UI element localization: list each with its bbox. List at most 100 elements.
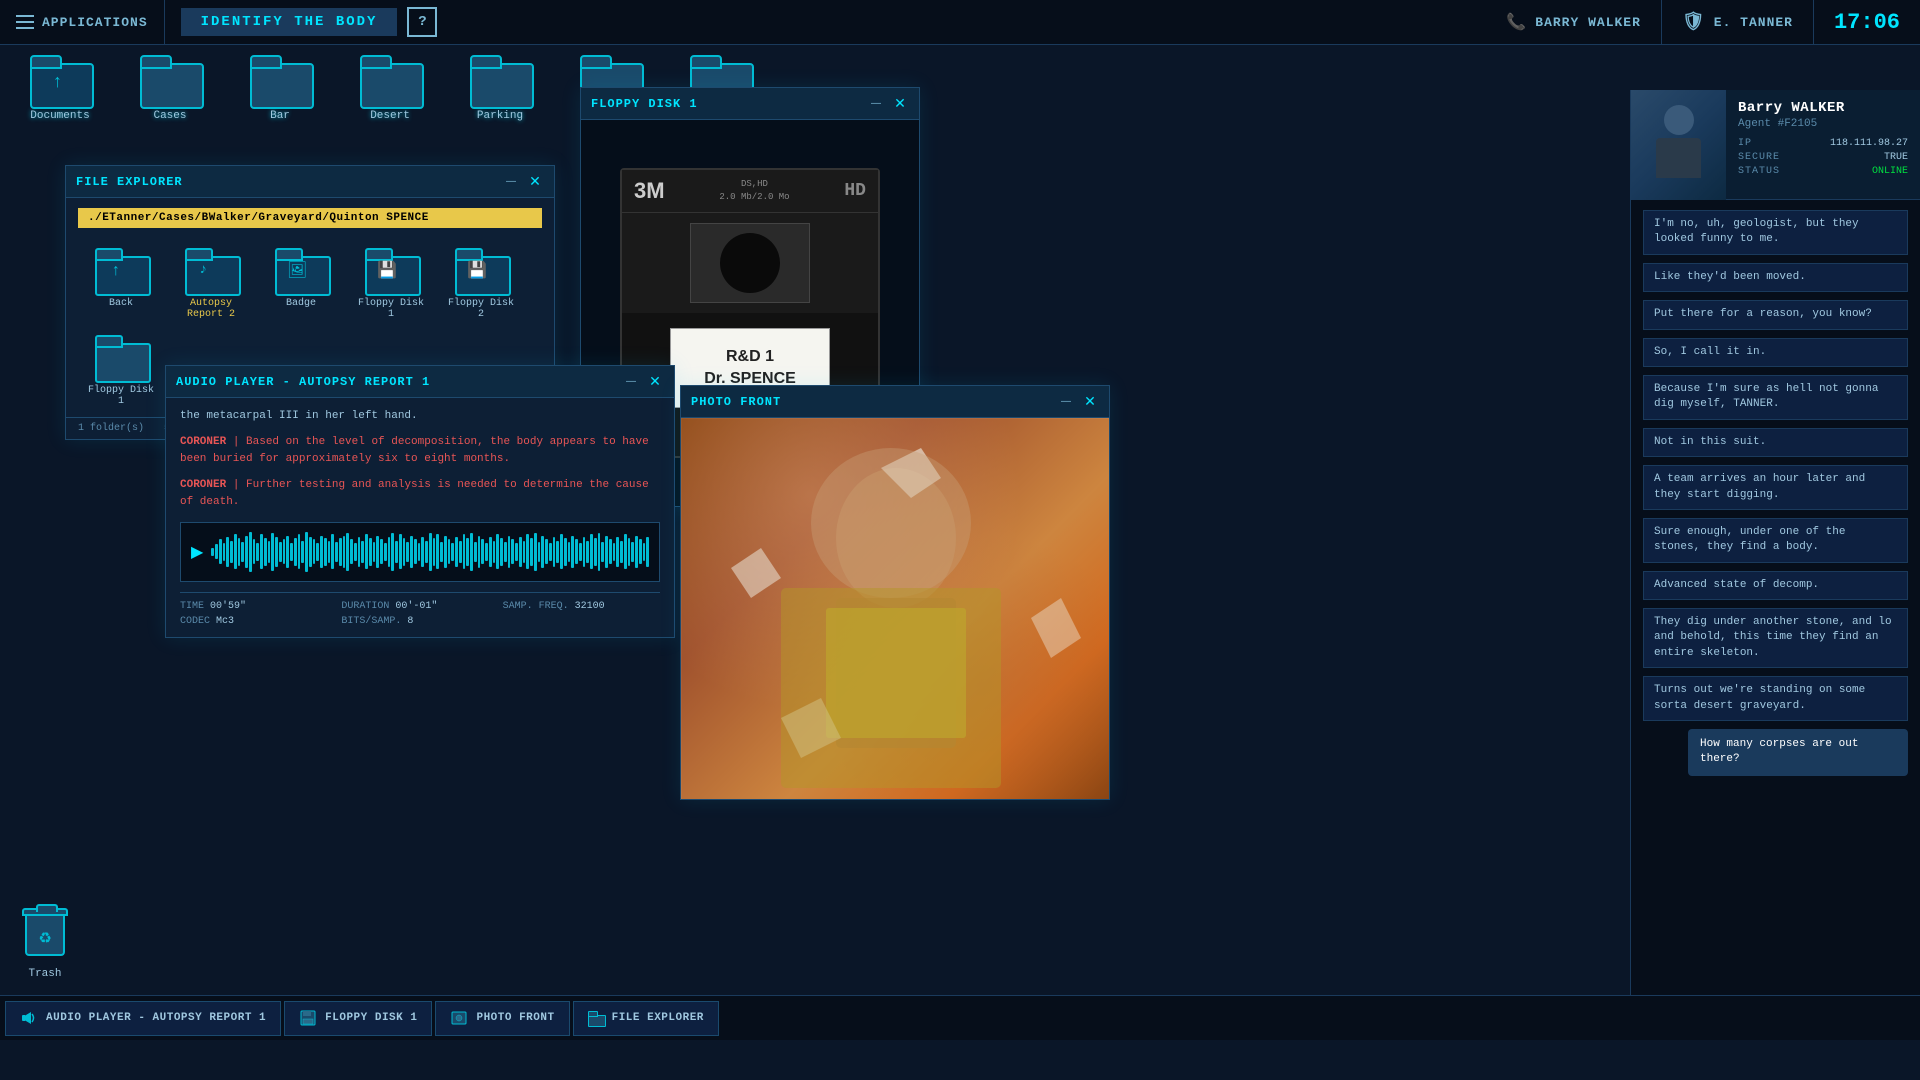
profile-agent: Agent #F2105 [1738, 118, 1908, 130]
cases-icon[interactable]: Cases [130, 55, 210, 122]
barry-walker-panel[interactable]: 📞 BARRY WALKER [1486, 0, 1662, 44]
photo-window: PHOTO FRONT — ✕ [680, 385, 1110, 800]
desert-folder-icon [360, 55, 420, 105]
file-floppy1-label: Floppy Disk 1 [356, 298, 426, 320]
photo-controls: — ✕ [1057, 393, 1099, 411]
samp-val: 32100 [575, 601, 605, 612]
taskbar-audio-player[interactable]: AUDIO PLAYER - AUTOPSY REPORT 1 [5, 1001, 281, 1036]
codec-key: CODEC [180, 616, 210, 627]
file-floppy1-folder-label: Floppy Disk 1 [86, 385, 156, 407]
upload-arrow-icon: ↑ [52, 73, 63, 93]
chat-msg-5: Not in this suit. [1643, 428, 1908, 457]
secure-key: SECURE [1738, 152, 1780, 163]
bar-icon[interactable]: Bar [240, 55, 320, 122]
time-val: 00'59" [210, 601, 246, 612]
audio-meta: TIME 00'59" DURATION 00'-01" SAMP. FREQ.… [180, 592, 660, 627]
desktop: ↑ Documents Cases Bar Desert Parking Fir… [0, 45, 1920, 1040]
trash-icon [20, 908, 70, 963]
ip-val: 118.111.98.27 [1830, 138, 1908, 149]
audio-player-title: AUDIO PLAYER - AUTOPSY REPORT 1 [176, 375, 622, 389]
taskbar-floppy-icon [299, 1009, 317, 1027]
photo-minimize[interactable]: — [1057, 393, 1075, 411]
floppy1-file-icon: 💾 [365, 248, 417, 292]
audio-minimize[interactable]: — [622, 373, 640, 391]
file-explorer-path: ./ETanner/Cases/BWalker/Graveyard/Quinto… [78, 208, 542, 228]
file-item-autopsy2[interactable]: ♪ Autopsy Report 2 [176, 248, 246, 320]
profile-secure: SECURE TRUE [1738, 152, 1908, 163]
coroner2-label: CORONER [180, 479, 226, 491]
file-explorer-close[interactable]: ✕ [526, 173, 544, 191]
right-panel: Barry WALKER Agent #F2105 IP 118.111.98.… [1630, 90, 1920, 995]
autopsy2-folder-icon: ♪ [185, 248, 237, 292]
file-item-back[interactable]: ↑ Back [86, 248, 156, 320]
file-item-floppy2[interactable]: 💾 Floppy Disk 2 [446, 248, 516, 320]
floppy-brand: 3M [634, 178, 665, 204]
photo-title: PHOTO FRONT [691, 395, 1057, 409]
e-tanner-panel[interactable]: 🛡 E. TANNER [1662, 0, 1814, 44]
profile-status: STATUS ONLINE [1738, 166, 1908, 177]
audio-icon: ♪ [199, 262, 207, 278]
audio-close[interactable]: ✕ [646, 373, 664, 391]
applications-label: APPLICATIONS [42, 15, 148, 30]
trash-label: Trash [28, 968, 61, 980]
chat-msg-3: So, I call it in. [1643, 338, 1908, 367]
meta-samp: SAMP. FREQ. 32100 [503, 601, 660, 612]
floppy-minimize[interactable]: — [867, 95, 885, 113]
file-item-badge[interactable]: 🖼 Badge [266, 248, 336, 320]
photo-content [681, 418, 1109, 799]
file-floppy2-label: Floppy Disk 2 [446, 298, 516, 320]
file-item-floppy1[interactable]: 💾 Floppy Disk 1 [356, 248, 426, 320]
taskbar-floppy-disk[interactable]: FLOPPY DISK 1 [284, 1001, 432, 1036]
documents-icon[interactable]: ↑ Documents [20, 55, 100, 122]
chat-msg-10: Turns out we're standing on some sorta d… [1643, 676, 1908, 721]
desert-label: Desert [370, 110, 410, 122]
profile-header: Barry WALKER Agent #F2105 IP 118.111.98.… [1631, 90, 1920, 200]
photo-titlebar: PHOTO FRONT — ✕ [681, 386, 1109, 418]
floppy-disk-titlebar: FLOPPY DISK 1 — ✕ [581, 88, 919, 120]
applications-menu[interactable]: APPLICATIONS [0, 0, 165, 44]
file-item-floppy1-folder[interactable]: Floppy Disk 1 [86, 335, 156, 407]
parking-folder-icon [470, 55, 530, 105]
floppy-disk-title: FLOPPY DISK 1 [591, 97, 867, 111]
chat-msg-0: I'm no, uh, geologist, but they looked f… [1643, 210, 1908, 255]
floppy-rd-text1: R&D 1 [726, 346, 774, 368]
parking-icon[interactable]: Parking [460, 55, 540, 122]
taskbar-file-explorer[interactable]: FILE EXPLORER [573, 1001, 719, 1036]
parking-label: Parking [477, 110, 523, 122]
trash-icon-wrapper[interactable]: Trash [20, 908, 70, 980]
profile-name: Barry WALKER [1738, 100, 1908, 116]
shield-icon: 🛡 [1682, 11, 1706, 33]
floppy-close[interactable]: ✕ [891, 95, 909, 113]
status-val: ONLINE [1872, 166, 1908, 177]
person-silhouette [1649, 105, 1709, 185]
file-badge-label: Badge [286, 298, 316, 309]
help-button[interactable]: ? [407, 7, 437, 37]
footer-folders: 1 folder(s) [78, 423, 144, 434]
file-grid-row1: ↑ Back ♪ Autopsy Report 2 🖼 Badge 💾 [66, 238, 554, 330]
status-key: STATUS [1738, 166, 1780, 177]
taskbar-floppy-label: FLOPPY DISK 1 [325, 1012, 417, 1024]
chat-question: How many corpses are out there? [1688, 729, 1908, 776]
waveform-display [211, 532, 649, 572]
chat-msg-8: Advanced state of decomp. [1643, 571, 1908, 600]
file-explorer-minimize[interactable]: — [502, 173, 520, 191]
meta-codec: CODEC Mc3 [180, 616, 337, 627]
taskbar-photo-front[interactable]: PHOTO FRONT [435, 1001, 569, 1036]
back-folder-icon: ↑ [95, 248, 147, 292]
desert-icon[interactable]: Desert [350, 55, 430, 122]
audio-player-controls: — ✕ [622, 373, 664, 391]
floppy-specs: DS,HD2.0 Mb/2.0 Mo [719, 178, 789, 203]
photo-close[interactable]: ✕ [1081, 393, 1099, 411]
floppy1-folder-icon [95, 335, 147, 379]
person-body [1656, 138, 1701, 178]
taskbar-photo-icon [450, 1009, 468, 1027]
duration-key: DURATION [341, 601, 389, 612]
time-key: TIME [180, 601, 204, 612]
audio-player-window: AUDIO PLAYER - AUTOPSY REPORT 1 — ✕ the … [165, 365, 675, 638]
play-button[interactable]: ▶ [191, 542, 203, 562]
trash-body [25, 916, 65, 956]
coroner1-label: CORONER [180, 436, 226, 448]
meta-duration: DURATION 00'-01" [341, 601, 498, 612]
identify-body-button[interactable]: IDENTIFY THE BODY [181, 8, 398, 36]
taskbar: AUDIO PLAYER - AUTOPSY REPORT 1 FLOPPY D… [0, 995, 1920, 1040]
